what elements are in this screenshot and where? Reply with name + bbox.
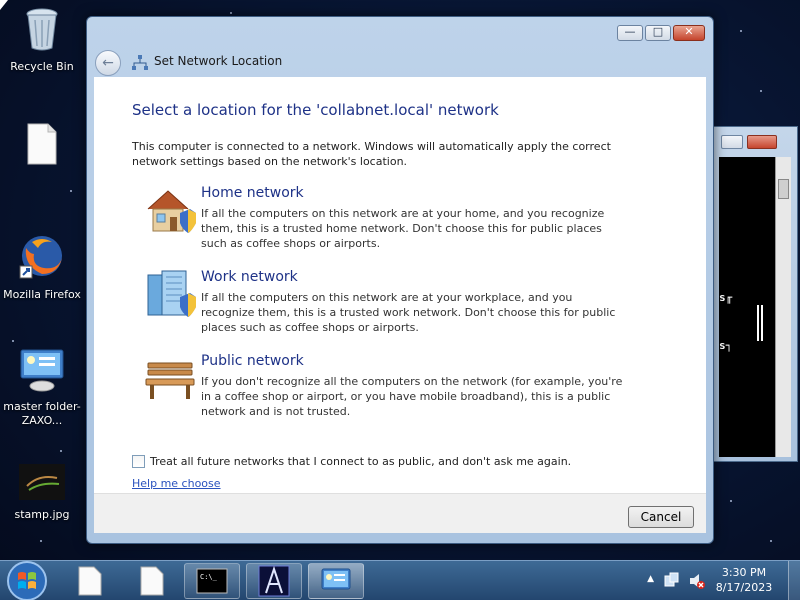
network-settings-icon — [20, 349, 64, 392]
desktop-icon-label: Recycle Bin — [10, 60, 74, 73]
option-description: If you don't recognize all the computers… — [201, 375, 623, 418]
file-icon — [140, 566, 164, 596]
firefox-icon — [19, 236, 62, 279]
clock-time: 3:30 PM — [721, 566, 767, 579]
recycle-bin-icon — [26, 8, 58, 51]
maximize-button[interactable]: □ — [645, 25, 671, 41]
option-work-network[interactable]: Work network If all the computers on thi… — [144, 269, 664, 349]
option-title: Public network — [201, 353, 304, 369]
option-description: If all the computers on this network are… — [201, 291, 616, 334]
console-screen: s╓ s┐ — [719, 157, 775, 457]
clock-date: 8/17/2023 — [715, 581, 773, 594]
clock[interactable]: 3:30 PM 8/17/2023 — [714, 565, 774, 595]
set-network-location-dialog[interactable]: — □ ✕ ← Set Network Location Select a lo… — [86, 16, 714, 544]
desktop-icon-recycle-bin[interactable]: Recycle Bin — [0, 6, 84, 74]
back-button[interactable]: ← — [95, 50, 121, 76]
taskbar: C:\_ ▲ 3:30 PM 8/17/2023 — [0, 560, 800, 600]
checkbox-label[interactable]: Treat all future networks that I connect… — [150, 455, 571, 468]
home-network-icon — [147, 190, 196, 233]
taskbar-console[interactable]: C:\_ — [184, 563, 240, 599]
console-scrollbar[interactable] — [775, 157, 791, 457]
back-arrow-icon: ← — [102, 55, 114, 71]
page-heading: Select a location for the 'collabnet.loc… — [132, 101, 499, 119]
option-description: If all the computers on this network are… — [201, 207, 605, 250]
option-title: Home network — [201, 185, 304, 201]
dialog-title: Set Network Location — [154, 54, 283, 68]
minimize-icon: — — [624, 25, 636, 38]
network-settings-icon — [321, 568, 351, 590]
desktop-icon-label: stamp.jpg — [14, 508, 70, 521]
taskbar-file-1[interactable] — [72, 563, 108, 599]
file-icon — [78, 566, 102, 596]
desktop-icon-firefox[interactable]: Mozilla Firefox — [0, 232, 84, 302]
dialog-content: Select a location for the 'collabnet.loc… — [94, 77, 706, 493]
treat-networks-public-checkbox[interactable] — [132, 455, 145, 468]
blank-file-icon — [27, 123, 57, 165]
close-icon: ✕ — [684, 25, 694, 38]
dialog-footer: Cancel — [94, 493, 706, 533]
image-file-icon — [19, 464, 65, 500]
console-window[interactable]: s╓ s┐ — [712, 126, 798, 462]
option-public-network[interactable]: Public network If you don't recognize al… — [144, 353, 664, 433]
help-me-choose-link[interactable]: Help me choose — [132, 477, 221, 490]
close-button[interactable]: ✕ — [673, 25, 705, 41]
desktop-icon-label: master folder-ZAXO... — [3, 400, 81, 427]
desktop-icon-master-folder[interactable]: master folder-ZAXO... — [0, 348, 84, 428]
option-title: Work network — [201, 269, 298, 285]
font-app-icon — [258, 565, 290, 597]
maximize-icon: □ — [652, 25, 664, 38]
taskbar-file-2[interactable] — [134, 563, 170, 599]
intro-text: This computer is connected to a network.… — [132, 140, 611, 168]
public-network-icon — [145, 362, 195, 399]
console-icon: C:\_ — [196, 568, 228, 594]
minimize-button[interactable]: — — [617, 25, 643, 41]
desktop-icon-stamp[interactable]: stamp.jpg — [0, 464, 84, 522]
desktop-icon-file[interactable] — [0, 122, 84, 174]
svg-text:C:\_: C:\_ — [200, 573, 218, 581]
taskbar-network-settings[interactable] — [308, 563, 364, 599]
scrollbar-thumb[interactable] — [778, 179, 789, 199]
show-desktop-button[interactable] — [788, 561, 800, 600]
cancel-button[interactable]: Cancel — [628, 506, 694, 528]
option-home-network[interactable]: Home network If all the computers on thi… — [144, 185, 664, 265]
console-close-button[interactable] — [747, 135, 777, 149]
work-network-icon — [147, 270, 196, 317]
public-networks-checkbox-row[interactable]: Treat all future networks that I connect… — [132, 455, 571, 468]
start-button[interactable] — [2, 559, 52, 600]
tray-arrow-icon[interactable]: ▲ — [647, 574, 654, 584]
network-status-icon[interactable] — [664, 572, 682, 590]
volume-muted-icon[interactable] — [688, 572, 706, 590]
network-icon — [132, 55, 148, 70]
console-minimize-button[interactable] — [721, 135, 743, 149]
taskbar-font-app[interactable] — [246, 563, 302, 599]
console-text: s┐ — [719, 339, 733, 352]
desktop-icon-label: Mozilla Firefox — [3, 288, 81, 301]
console-text: s╓ — [719, 291, 733, 304]
